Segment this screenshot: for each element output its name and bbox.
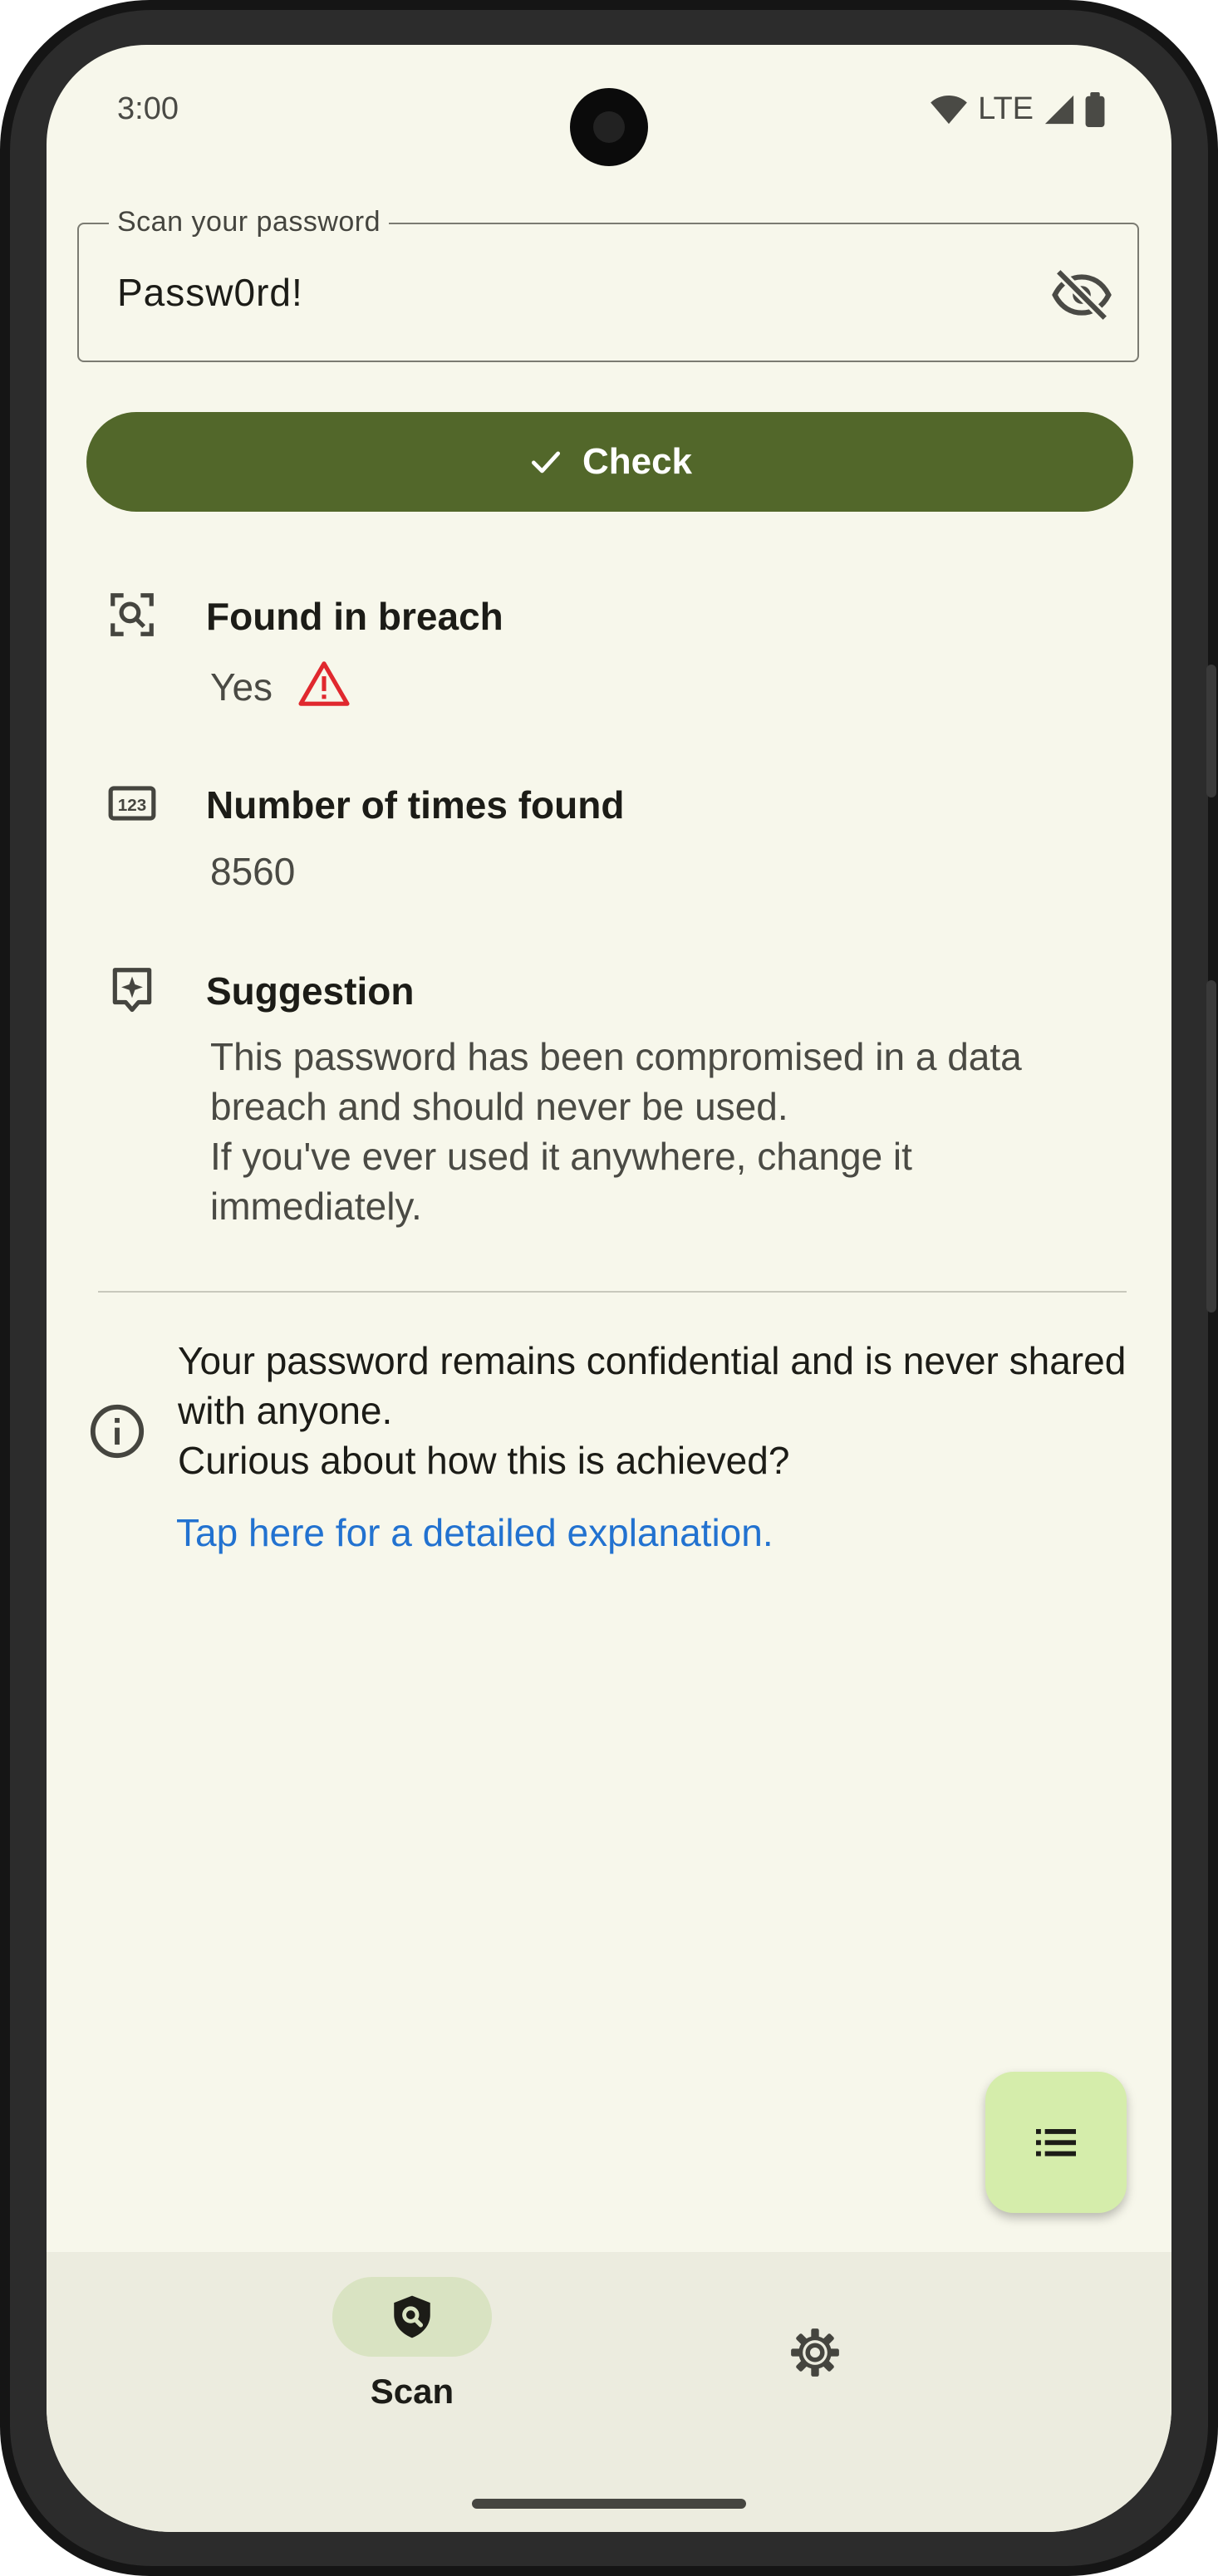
numbers-123-icon: 123 bbox=[108, 786, 156, 821]
side-button-upper bbox=[1206, 665, 1216, 797]
svg-text:123: 123 bbox=[118, 796, 146, 815]
list-icon bbox=[1036, 2129, 1076, 2156]
list-fab-button[interactable] bbox=[985, 2072, 1127, 2213]
status-time: 3:00 bbox=[117, 91, 179, 126]
side-button-lower bbox=[1206, 980, 1216, 1313]
scan-search-icon bbox=[111, 593, 154, 636]
phone-frame: 3:00 LTE Scan your password Passw0rd! Ch… bbox=[0, 0, 1218, 2576]
nav-active-indicator bbox=[332, 2277, 492, 2357]
status-icons: LTE bbox=[930, 91, 1105, 127]
network-label: LTE bbox=[978, 91, 1034, 126]
battery-icon bbox=[1085, 91, 1105, 127]
password-field-label: Scan your password bbox=[109, 206, 390, 238]
found-in-breach-title: Found in breach bbox=[206, 595, 503, 638]
shield-search-icon bbox=[394, 2295, 430, 2338]
front-camera bbox=[570, 88, 648, 166]
times-found-title: Number of times found bbox=[206, 783, 625, 827]
divider bbox=[98, 1291, 1127, 1293]
suggestion-title: Suggestion bbox=[206, 969, 415, 1013]
times-found-value: 8560 bbox=[210, 850, 296, 893]
nav-item-scan[interactable]: Scan bbox=[312, 2277, 512, 2443]
sparkle-feedback-icon bbox=[112, 968, 152, 1013]
bottom-navigation: Scan bbox=[47, 2252, 1171, 2532]
eye-off-icon[interactable] bbox=[1051, 264, 1112, 326]
explanation-link[interactable]: Tap here for a detailed explanation. bbox=[176, 1510, 774, 1555]
check-icon bbox=[531, 451, 561, 473]
gear-icon bbox=[791, 2328, 839, 2377]
password-input[interactable]: Passw0rd! bbox=[117, 270, 303, 315]
warning-triangle-icon bbox=[298, 661, 350, 706]
info-icon bbox=[90, 1404, 145, 1459]
breach-status-text: Yes bbox=[210, 665, 273, 709]
check-button[interactable]: Check bbox=[86, 412, 1133, 512]
privacy-info-text: Your password remains confidential and i… bbox=[178, 1339, 1127, 1482]
suggestion-text: This password has been compromised in a … bbox=[210, 1035, 1022, 1228]
nav-item-settings[interactable] bbox=[769, 2307, 861, 2398]
home-indicator[interactable] bbox=[472, 2499, 746, 2509]
wifi-icon bbox=[931, 95, 967, 124]
signal-icon bbox=[1044, 95, 1074, 124]
app-screen: 3:00 LTE Scan your password Passw0rd! Ch… bbox=[47, 45, 1171, 2532]
status-bar: 3:00 LTE bbox=[47, 45, 1171, 166]
check-button-label: Check bbox=[582, 441, 693, 482]
nav-label-scan: Scan bbox=[370, 2372, 454, 2411]
found-in-breach-value: Yes bbox=[210, 660, 351, 709]
password-field[interactable]: Scan your password Passw0rd! bbox=[77, 206, 1139, 362]
